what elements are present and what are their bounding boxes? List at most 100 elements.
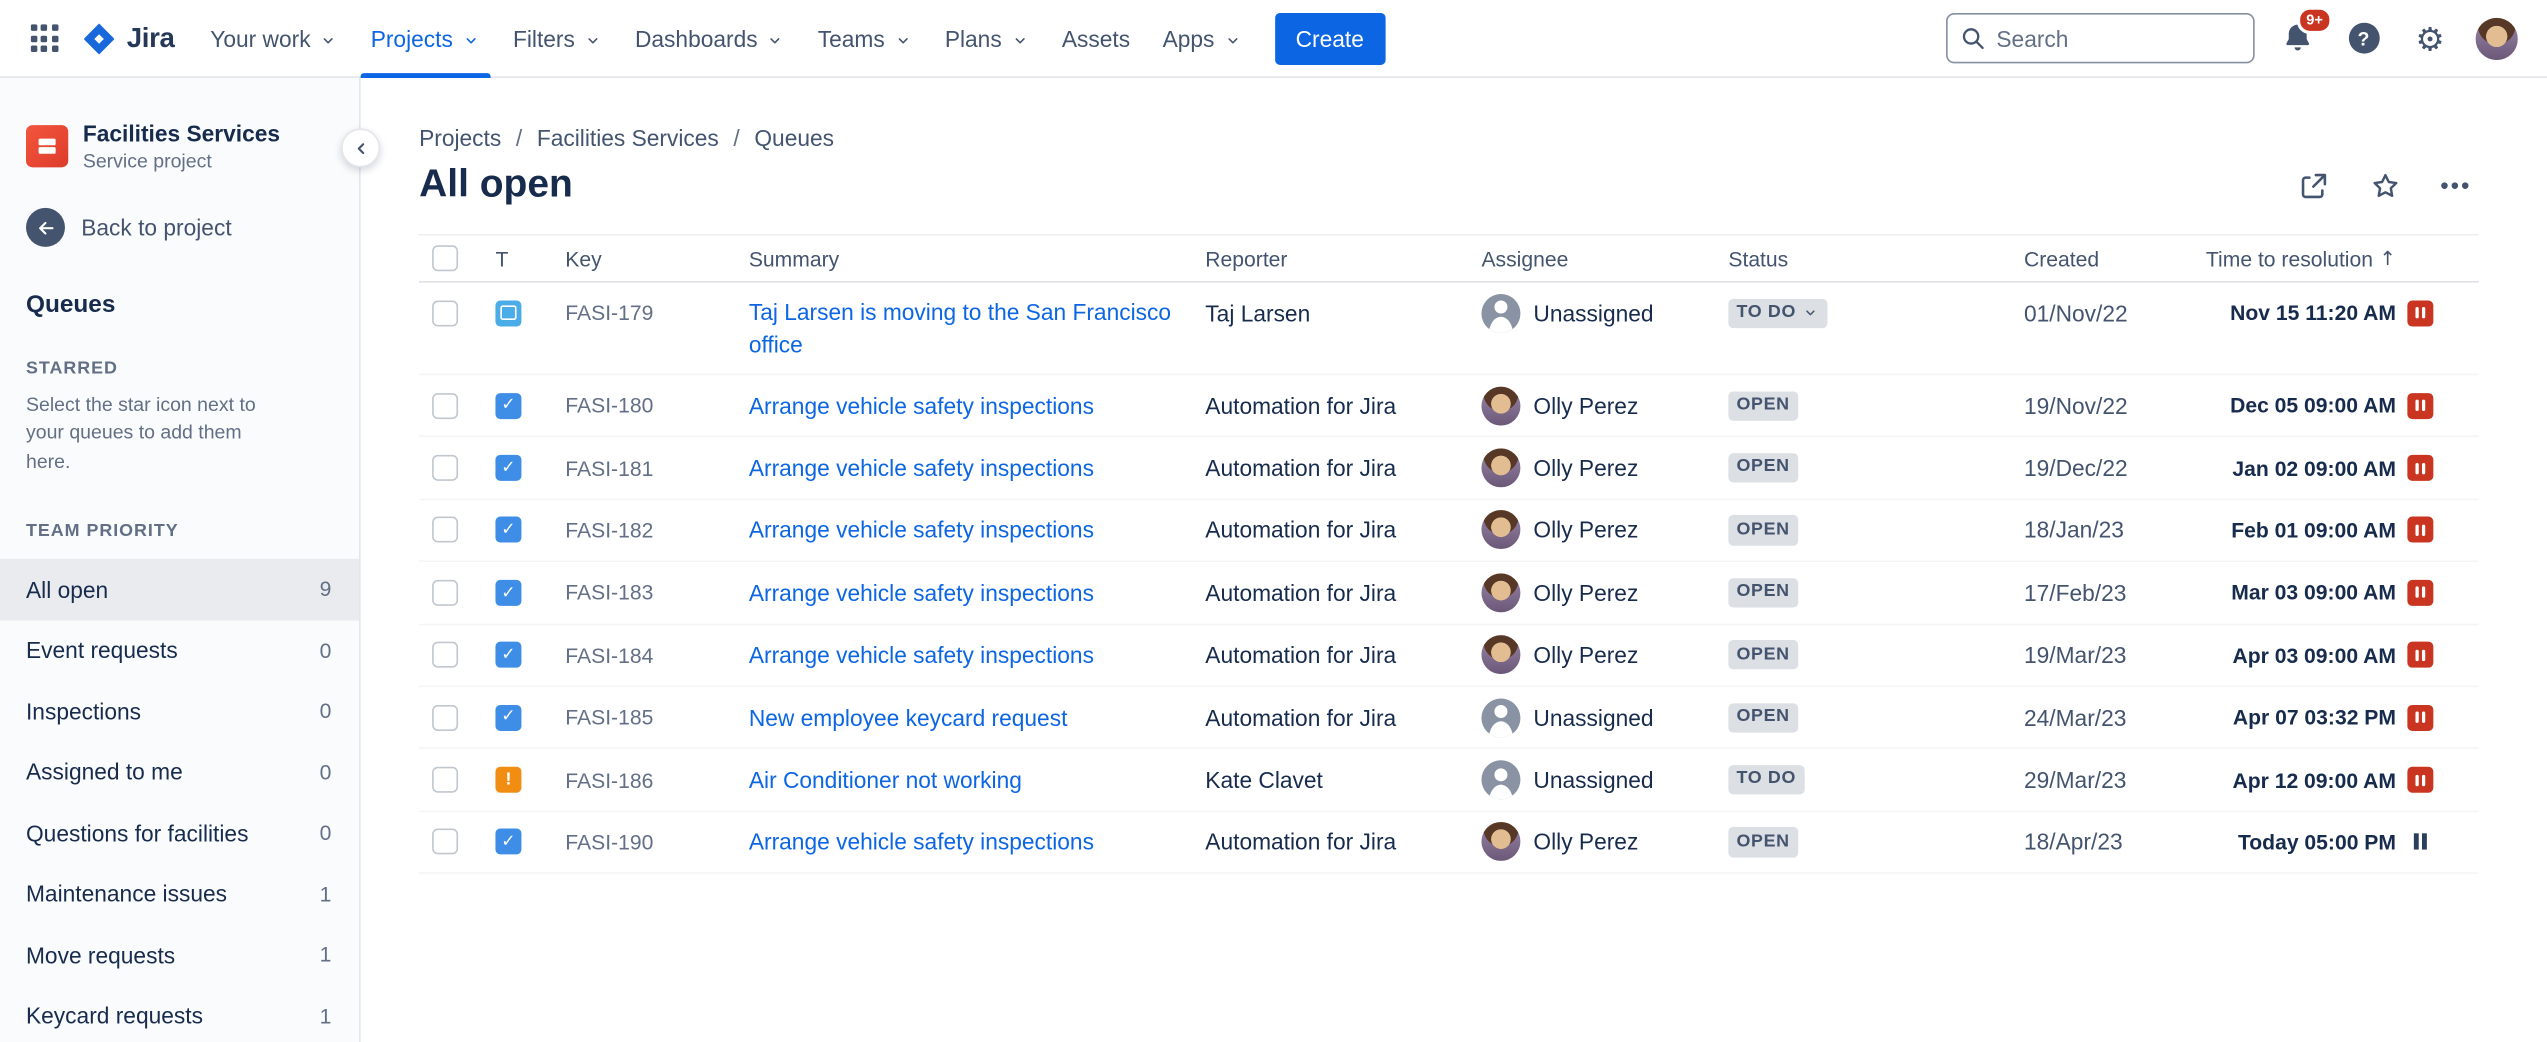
issue-summary-link[interactable]: Arrange vehicle safety inspections <box>749 576 1094 608</box>
column-header-time-to-resolution[interactable]: Time to resolution ↑ <box>2190 246 2479 270</box>
row-checkbox[interactable] <box>432 767 458 793</box>
nav-item-filters[interactable]: Filters <box>497 0 619 77</box>
nav-item-dashboards[interactable]: Dashboards <box>619 0 802 77</box>
issue-type-icon <box>495 642 521 668</box>
nav-item-teams[interactable]: Teams <box>801 0 928 77</box>
row-checkbox[interactable] <box>432 704 458 730</box>
table-row-fasi-180[interactable]: FASI-180 Arrange vehicle safety inspecti… <box>419 375 2479 437</box>
issue-summary-link[interactable]: Arrange vehicle safety inspections <box>749 826 1094 858</box>
nav-item-assets[interactable]: Assets <box>1046 0 1147 77</box>
table-row-fasi-179[interactable]: FASI-179 Taj Larsen is moving to the San… <box>419 283 2479 376</box>
sidebar-item-keycard-requests[interactable]: Keycard requests 1 <box>0 985 359 1042</box>
status-lozenge[interactable]: OPEN <box>1728 516 1797 546</box>
sidebar-item-maintenance-issues[interactable]: Maintenance issues 1 <box>0 864 359 925</box>
status-lozenge[interactable]: OPEN <box>1728 703 1797 733</box>
table-row-fasi-185[interactable]: FASI-185 New employee keycard request Au… <box>419 687 2479 749</box>
reporter-name: Automation for Jira <box>1205 393 1396 419</box>
row-checkbox[interactable] <box>432 642 458 668</box>
status-lozenge[interactable]: OPEN <box>1728 391 1797 421</box>
table-row-fasi-183[interactable]: FASI-183 Arrange vehicle safety inspecti… <box>419 562 2479 624</box>
share-export-button[interactable] <box>2290 162 2335 207</box>
app-switcher-button[interactable] <box>19 14 68 63</box>
issue-summary-link[interactable]: Air Conditioner not working <box>749 764 1022 796</box>
jira-logo[interactable]: Jira <box>71 20 190 56</box>
row-checkbox[interactable] <box>432 829 458 855</box>
nav-item-apps[interactable]: Apps <box>1146 0 1258 77</box>
issue-key-link[interactable]: FASI-185 <box>565 705 653 729</box>
status-label: OPEN <box>1736 457 1789 478</box>
reporter-name: Automation for Jira <box>1205 517 1396 543</box>
search-input[interactable] <box>1946 13 2255 63</box>
back-to-project-button[interactable]: Back to project <box>0 208 359 247</box>
sidebar-item-event-requests[interactable]: Event requests 0 <box>0 620 359 681</box>
create-button[interactable]: Create <box>1275 12 1386 64</box>
assignee-avatar <box>1481 636 1520 675</box>
row-checkbox[interactable] <box>432 517 458 543</box>
sidebar-item-questions-for-facilities[interactable]: Questions for facilities 0 <box>0 803 359 864</box>
breadcrumb-facilities-services[interactable]: Facilities Services <box>537 125 719 151</box>
team-priority-section-label: TEAM PRIORITY <box>0 522 359 541</box>
assignee-avatar <box>1481 823 1520 862</box>
table-row-fasi-184[interactable]: FASI-184 Arrange vehicle safety inspecti… <box>419 625 2479 687</box>
issue-summary-link[interactable]: Arrange vehicle safety inspections <box>749 639 1094 671</box>
row-checkbox[interactable] <box>432 580 458 606</box>
issue-summary-link[interactable]: Arrange vehicle safety inspections <box>749 452 1094 484</box>
settings-button[interactable]: ⚙ <box>2406 14 2455 63</box>
nav-item-projects[interactable]: Projects <box>354 0 496 77</box>
reporter-name: Automation for Jira <box>1205 829 1396 855</box>
sidebar-item-inspections[interactable]: Inspections 0 <box>0 681 359 742</box>
sidebar-item-move-requests[interactable]: Move requests 1 <box>0 925 359 986</box>
table-row-fasi-182[interactable]: FASI-182 Arrange vehicle safety inspecti… <box>419 500 2479 562</box>
issue-key-link[interactable]: FASI-180 <box>565 393 653 417</box>
column-header-created[interactable]: Created <box>2008 246 2190 270</box>
chevron-down-icon <box>583 30 602 49</box>
row-checkbox[interactable] <box>432 393 458 419</box>
more-actions-button[interactable]: ••• <box>2433 162 2478 207</box>
issue-key-link[interactable]: FASI-183 <box>565 580 653 604</box>
issue-key-link[interactable]: FASI-184 <box>565 643 653 667</box>
sidebar-item-assigned-to-me[interactable]: Assigned to me 0 <box>0 742 359 803</box>
issue-summary-link[interactable]: Taj Larsen is moving to the San Francisc… <box>749 296 1189 361</box>
issue-summary-link[interactable]: New employee keycard request <box>749 701 1068 733</box>
column-header-summary[interactable]: Summary <box>733 246 1189 270</box>
breadcrumb-separator: / <box>733 125 739 151</box>
issue-summary-link[interactable]: Arrange vehicle safety inspections <box>749 514 1094 546</box>
breadcrumb-queues[interactable]: Queues <box>754 125 834 151</box>
column-header-status[interactable]: Status <box>1712 246 2008 270</box>
issue-key-link[interactable]: FASI-190 <box>565 830 653 854</box>
nav-item-plans[interactable]: Plans <box>929 0 1046 77</box>
issue-key-link[interactable]: FASI-186 <box>565 768 653 792</box>
status-label: TO DO <box>1736 769 1796 790</box>
nav-item-your-work[interactable]: Your work <box>194 0 354 77</box>
breadcrumb-projects[interactable]: Projects <box>419 125 501 151</box>
column-header-assignee[interactable]: Assignee <box>1465 246 1712 270</box>
row-checkbox[interactable] <box>432 300 458 326</box>
column-header-reporter[interactable]: Reporter <box>1189 246 1465 270</box>
table-row-fasi-190[interactable]: FASI-190 Arrange vehicle safety inspecti… <box>419 812 2479 874</box>
status-lozenge[interactable]: OPEN <box>1728 453 1797 483</box>
issue-key-link[interactable]: FASI-182 <box>565 518 653 542</box>
notifications-button[interactable]: 9+ <box>2273 14 2322 63</box>
column-header-key[interactable]: Key <box>549 246 733 270</box>
row-checkbox[interactable] <box>432 455 458 481</box>
status-lozenge[interactable]: OPEN <box>1728 827 1797 857</box>
help-button[interactable]: ? <box>2339 14 2388 63</box>
status-lozenge[interactable]: TO DO <box>1728 765 1804 795</box>
issue-key-link[interactable]: FASI-179 <box>565 301 653 325</box>
profile-button[interactable] <box>2472 14 2521 63</box>
status-lozenge[interactable]: OPEN <box>1728 578 1797 608</box>
issue-summary-link[interactable]: Arrange vehicle safety inspections <box>749 389 1094 421</box>
sidebar-item-all-open[interactable]: All open 9 <box>0 559 359 620</box>
star-button[interactable] <box>2362 162 2407 207</box>
assignee-name: Olly Perez <box>1533 580 1638 606</box>
issue-key-link[interactable]: FASI-181 <box>565 456 653 480</box>
status-lozenge[interactable]: OPEN <box>1728 640 1797 670</box>
table-row-fasi-181[interactable]: FASI-181 Arrange vehicle safety inspecti… <box>419 438 2479 500</box>
column-header-type[interactable]: T <box>481 246 549 270</box>
jira-logo-icon <box>81 20 117 56</box>
table-row-fasi-186[interactable]: FASI-186 Air Conditioner not working Kat… <box>419 749 2479 811</box>
sidebar-collapse-button[interactable] <box>341 128 380 167</box>
status-lozenge[interactable]: TO DO <box>1728 298 1827 328</box>
created-date: 19/Mar/23 <box>2024 642 2126 668</box>
select-all-checkbox[interactable] <box>432 245 458 271</box>
